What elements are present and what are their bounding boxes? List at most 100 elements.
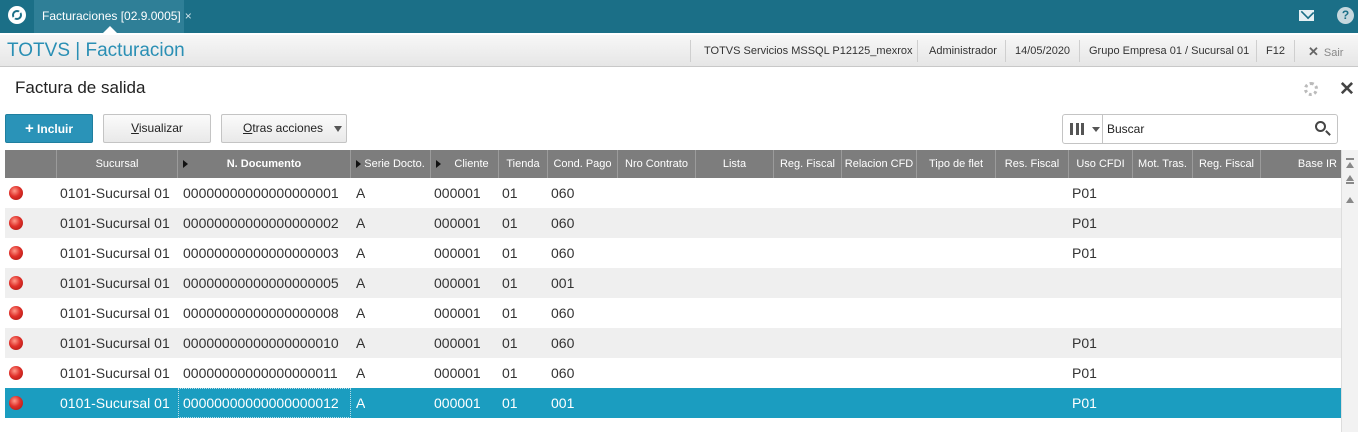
table-row[interactable]: 0101-Sucursal 01 00000000000000000008 A …: [5, 298, 1341, 328]
column-header-uso-cfdi[interactable]: Uso CFDI: [1069, 150, 1133, 178]
cell-sucursal: 0101-Sucursal 01: [60, 335, 170, 351]
column-header-lista[interactable]: Lista: [696, 150, 774, 178]
sort-arrow-icon: [356, 160, 361, 168]
divider: [690, 40, 691, 62]
status-red-icon: [9, 186, 23, 200]
cell-cliente: 000001: [434, 245, 481, 261]
table-row-selected[interactable]: 0101-Sucursal 01 00000000000000000012 A …: [5, 388, 1341, 418]
column-header-documento[interactable]: N. Documento: [178, 150, 351, 178]
cell-uso-cfdi: P01: [1072, 335, 1097, 351]
app-top-bar: Facturaciones [02.9.0005] × ?: [0, 0, 1358, 33]
column-header-relacion-cfd[interactable]: Relacion CFD: [842, 150, 917, 178]
status-red-icon: [9, 216, 23, 230]
cell-documento: 00000000000000000012: [183, 395, 339, 411]
status-red-icon: [9, 246, 23, 260]
column-header-reg-fiscal-2[interactable]: Reg. Fiscal: [1193, 150, 1261, 178]
exit-button[interactable]: ✕ Sair: [1308, 44, 1343, 60]
cell-sucursal: 0101-Sucursal 01: [60, 185, 170, 201]
column-header-status[interactable]: [5, 150, 57, 178]
shortcut-label[interactable]: F12: [1266, 45, 1285, 57]
table-row[interactable]: 0101-Sucursal 01 00000000000000000003 A …: [5, 238, 1341, 268]
help-icon[interactable]: ?: [1337, 7, 1354, 24]
cell-cliente: 000001: [434, 215, 481, 231]
chevron-down-icon: [1092, 127, 1100, 132]
cell-serie: A: [356, 365, 366, 381]
column-header-contrato[interactable]: Nro Contrato: [618, 150, 696, 178]
page-title: Factura de salida: [15, 78, 146, 97]
divider: [1294, 40, 1295, 62]
column-header-tienda[interactable]: Tienda: [499, 150, 548, 178]
column-header-cond-pago[interactable]: Cond. Pago: [548, 150, 618, 178]
environment-label: TOTVS Servicios MSSQL P12125_mexrox: [704, 45, 913, 57]
exit-label: Sair: [1323, 47, 1344, 59]
status-red-icon: [9, 366, 23, 380]
column-header-sucursal[interactable]: Sucursal: [57, 150, 178, 178]
search-icon[interactable]: [1315, 121, 1326, 132]
brand-title: TOTVS | Facturacion: [7, 40, 185, 61]
grid-body: 0101-Sucursal 01 00000000000000000001 A …: [5, 178, 1341, 418]
chevron-down-icon: [334, 126, 342, 132]
cell-documento: 00000000000000000003: [183, 245, 339, 261]
column-header-serie[interactable]: Serie Docto.: [351, 150, 431, 178]
company-label[interactable]: Grupo Empresa 01 / Sucursal 01: [1089, 45, 1249, 57]
cell-documento: 00000000000000000011: [183, 365, 338, 381]
table-row[interactable]: 0101-Sucursal 01 00000000000000000001 A …: [5, 178, 1341, 208]
cell-documento: 00000000000000000008: [183, 305, 339, 321]
cell-tienda: 01: [502, 335, 518, 351]
cell-tienda: 01: [502, 395, 518, 411]
table-row[interactable]: 0101-Sucursal 01 00000000000000000010 A …: [5, 328, 1341, 358]
scroll-page-up-icon[interactable]: [1346, 175, 1354, 181]
table-row[interactable]: 0101-Sucursal 01 00000000000000000011 A …: [5, 358, 1341, 388]
cell-tienda: 01: [502, 275, 518, 291]
cell-uso-cfdi: P01: [1072, 215, 1097, 231]
cell-cliente: 000001: [434, 365, 481, 381]
search-input[interactable]: [1107, 120, 1307, 138]
column-header-label: Serie Docto.: [364, 158, 425, 170]
otras-acciones-button[interactable]: Otras acciones: [221, 114, 347, 143]
cell-serie: A: [356, 305, 366, 321]
cell-uso-cfdi: P01: [1072, 245, 1097, 261]
search-box: [1062, 114, 1338, 144]
close-icon: ✕: [1308, 44, 1319, 59]
cell-documento: 00000000000000000005: [183, 275, 339, 291]
column-header-label: Cliente: [454, 158, 489, 170]
date-label: 14/05/2020: [1015, 45, 1071, 57]
close-icon[interactable]: ✕: [1339, 78, 1355, 101]
cell-cond-pago: 060: [551, 335, 575, 351]
cell-serie: A: [356, 245, 366, 261]
cell-tienda: 01: [502, 245, 518, 261]
status-red-icon: [9, 306, 23, 320]
cell-cliente: 000001: [434, 275, 481, 291]
cell-uso-cfdi: P01: [1072, 185, 1097, 201]
cell-cond-pago: 060: [551, 185, 575, 201]
column-header-mot-tras[interactable]: Mot. Tras.: [1133, 150, 1193, 178]
column-header-reg-fiscal[interactable]: Reg. Fiscal: [774, 150, 842, 178]
scroll-first-icon[interactable]: [1346, 162, 1354, 168]
scroll-up-icon[interactable]: [1346, 197, 1354, 203]
columns-icon: [1070, 123, 1084, 135]
column-selector-button[interactable]: [1063, 115, 1103, 143]
otras-label: tras acciones: [252, 121, 324, 135]
mail-icon[interactable]: [1299, 10, 1314, 21]
otras-mnemonic: O: [243, 121, 253, 135]
column-header-res-fiscal[interactable]: Res. Fiscal: [996, 150, 1069, 178]
table-row[interactable]: 0101-Sucursal 01 00000000000000000005 A …: [5, 268, 1341, 298]
table-row[interactable]: 0101-Sucursal 01 00000000000000000002 A …: [5, 208, 1341, 238]
visualizar-mnemonic: V: [131, 121, 139, 135]
cell-uso-cfdi: P01: [1072, 395, 1097, 411]
incluir-button[interactable]: + Incluir: [5, 114, 93, 143]
column-header-cliente[interactable]: Cliente: [431, 150, 499, 178]
cell-cliente: 000001: [434, 185, 481, 201]
column-header-tipo-flet[interactable]: Tipo de flet: [917, 150, 996, 178]
visualizar-button[interactable]: Visualizar: [103, 114, 211, 143]
totvs-logo-icon[interactable]: [8, 6, 26, 24]
tab-close-icon[interactable]: ×: [185, 9, 192, 23]
sort-arrow-icon: [436, 160, 441, 168]
divider: [1079, 40, 1080, 62]
cell-sucursal: 0101-Sucursal 01: [60, 395, 170, 411]
gear-icon[interactable]: [1304, 82, 1318, 96]
vertical-scrollbar[interactable]: [1341, 150, 1358, 432]
visualizar-label: isualizar: [138, 121, 183, 135]
cell-sucursal: 0101-Sucursal 01: [60, 215, 170, 231]
column-header-base-ir[interactable]: Base IR: [1261, 150, 1341, 178]
